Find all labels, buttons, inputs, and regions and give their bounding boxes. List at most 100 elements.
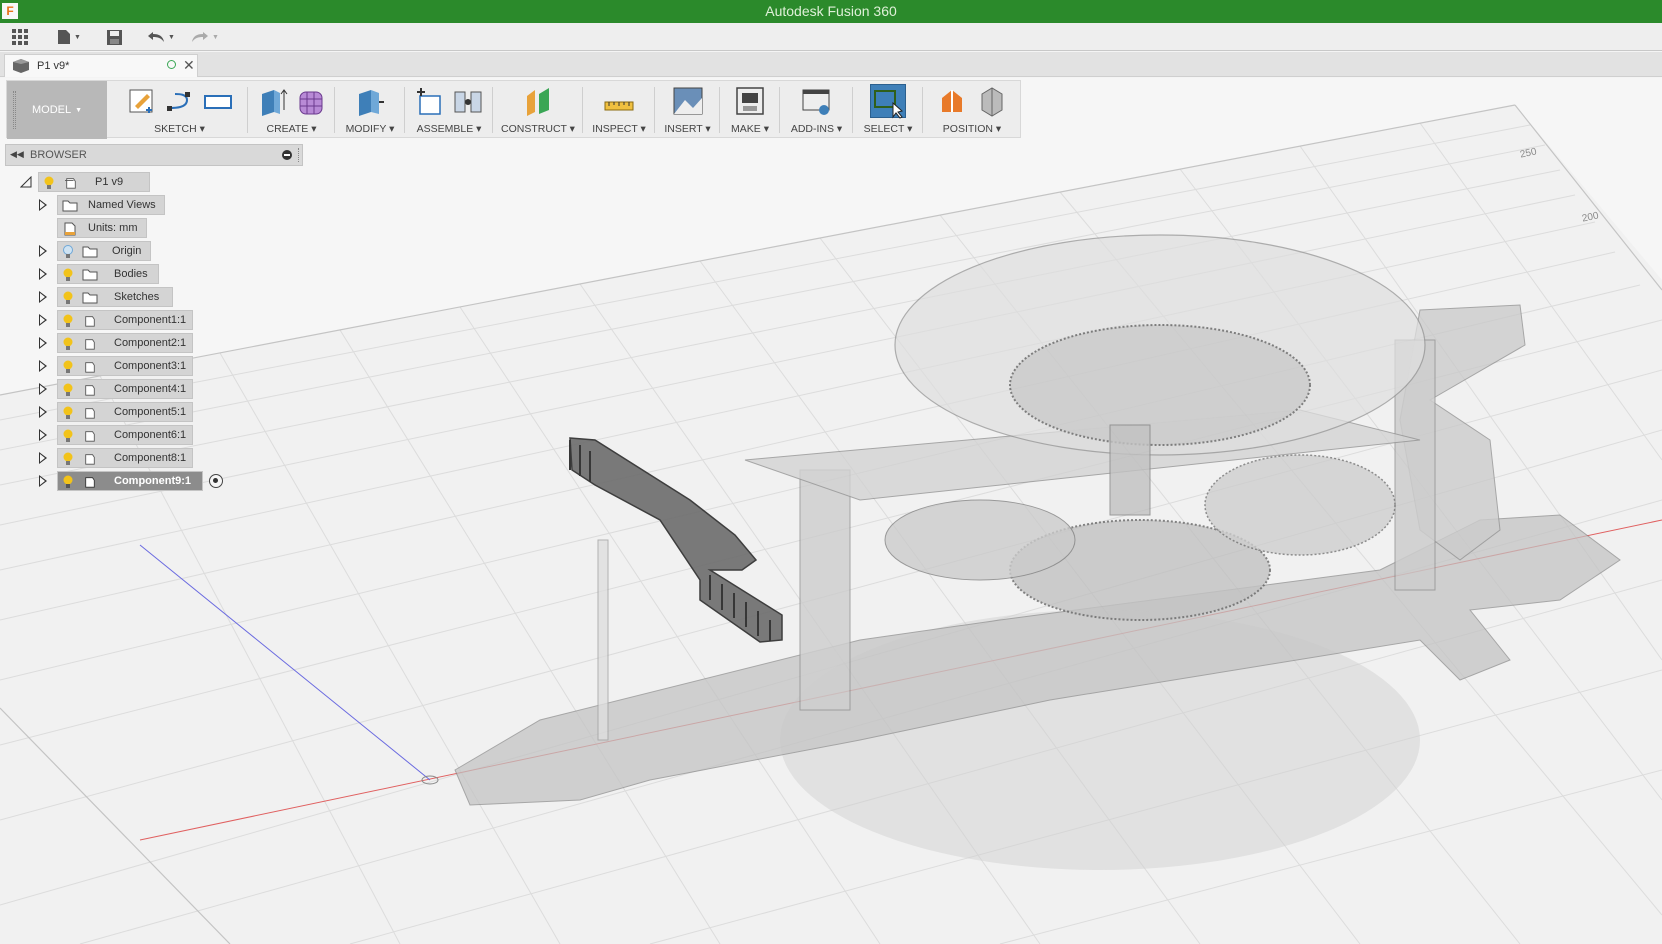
browser-item-named-views[interactable]: Named Views	[39, 195, 169, 215]
redo-icon[interactable]: ▼	[188, 27, 222, 47]
browser-item-component3[interactable]: Component3:1	[39, 356, 199, 376]
tree-node[interactable]: Component6:1	[57, 425, 193, 445]
3d-print-icon[interactable]	[735, 84, 765, 118]
active-component-radio-icon[interactable]	[209, 474, 223, 488]
tree-node[interactable]: Component2:1	[57, 333, 193, 353]
browser-item-component8[interactable]: Component8:1	[39, 448, 199, 468]
visibility-bulb-icon[interactable]	[62, 406, 74, 420]
toolbar-group-inspect[interactable]: INSPECT ▾	[583, 81, 655, 139]
browser-root-row[interactable]: P1 v9	[20, 172, 150, 192]
file-menu-icon[interactable]: ▼	[54, 27, 84, 47]
group-label-sketch: SKETCH	[154, 123, 197, 135]
rectangle-icon[interactable]	[203, 84, 233, 118]
tree-node[interactable]: Component1:1	[57, 310, 193, 330]
visibility-bulb-icon[interactable]	[62, 452, 74, 466]
expand-triangle-icon[interactable]	[39, 337, 47, 349]
browser-item-origin[interactable]: Origin	[39, 241, 169, 261]
workspace-switcher[interactable]: MODEL ▼	[7, 81, 107, 139]
tree-node[interactable]: Named Views	[57, 195, 165, 215]
visibility-bulb-icon[interactable]	[62, 268, 74, 282]
expand-triangle-icon[interactable]	[39, 360, 47, 372]
press-pull-icon[interactable]	[355, 84, 385, 118]
toolbar-group-position[interactable]: POSITION ▾	[923, 81, 1021, 139]
toolbar-group-select[interactable]: SELECT ▾	[853, 81, 923, 139]
tree-node[interactable]: Component8:1	[57, 448, 193, 468]
toolbar-group-assemble[interactable]: ASSEMBLE ▾	[405, 81, 493, 139]
collapse-browser-icon[interactable]: ◀◀	[10, 149, 24, 160]
toolbar-group-addins[interactable]: ADD-INS ▾	[780, 81, 853, 139]
form-icon[interactable]	[296, 84, 326, 118]
toolbar-group-insert[interactable]: INSERT ▾	[655, 81, 720, 139]
browser-item-component1[interactable]: Component1:1	[39, 310, 199, 330]
create-sketch-icon[interactable]	[127, 84, 157, 118]
expanded-triangle-icon[interactable]	[20, 176, 32, 188]
new-component-icon[interactable]	[415, 84, 445, 118]
expand-triangle-icon[interactable]	[39, 452, 47, 464]
visibility-bulb-icon[interactable]	[62, 337, 74, 351]
capture-position-icon[interactable]	[938, 84, 968, 118]
tree-node[interactable]: Component5:1	[57, 402, 193, 422]
browser-item-component4[interactable]: Component4:1	[39, 379, 199, 399]
measure-icon[interactable]	[604, 84, 634, 118]
tree-node[interactable]: Origin	[57, 241, 151, 261]
toolbar-group-make[interactable]: MAKE ▾	[720, 81, 780, 139]
browser-root-node[interactable]: P1 v9	[38, 172, 150, 192]
expand-triangle-icon[interactable]	[39, 268, 47, 280]
expand-triangle-icon[interactable]	[39, 429, 47, 441]
visibility-bulb-off-icon[interactable]	[62, 245, 74, 259]
minimize-browser-icon[interactable]	[282, 150, 292, 160]
toolbar-group-modify[interactable]: MODIFY ▾	[335, 81, 405, 139]
expand-triangle-icon[interactable]	[39, 383, 47, 395]
visibility-bulb-icon[interactable]	[62, 383, 74, 397]
model-canvas[interactable]	[0, 78, 1662, 944]
visibility-bulb-icon[interactable]	[62, 429, 74, 443]
tree-node[interactable]: Component4:1	[57, 379, 193, 399]
expand-triangle-icon[interactable]	[39, 199, 47, 211]
browser-panel-header[interactable]: ◀◀ BROWSER	[5, 144, 303, 166]
tree-node[interactable]: Bodies	[57, 264, 159, 284]
close-tab-icon[interactable]: ✕	[183, 57, 195, 74]
small-gear	[1204, 454, 1396, 556]
visibility-bulb-icon[interactable]	[62, 314, 74, 328]
tree-node[interactable]: Units: mm	[57, 218, 147, 238]
toolbar-group-create[interactable]: CREATE ▾	[248, 81, 335, 139]
expand-triangle-icon[interactable]	[39, 475, 47, 487]
fusion-app-icon[interactable]: F	[2, 3, 18, 19]
browser-item-component9-active[interactable]: Component9:1	[39, 471, 239, 491]
visibility-bulb-icon[interactable]	[62, 475, 74, 489]
visibility-bulb-icon[interactable]	[62, 291, 74, 305]
expand-triangle-icon[interactable]	[39, 291, 47, 303]
tree-node[interactable]: Component9:1	[57, 471, 203, 491]
browser-grip[interactable]	[298, 148, 301, 162]
save-icon[interactable]	[104, 27, 124, 47]
line-icon[interactable]	[165, 84, 195, 118]
browser-item-component5[interactable]: Component5:1	[39, 402, 199, 422]
visibility-bulb-icon[interactable]	[62, 360, 74, 374]
revert-position-icon[interactable]	[976, 84, 1006, 118]
visibility-bulb-icon[interactable]	[43, 176, 55, 190]
joint-icon[interactable]	[453, 84, 483, 118]
undo-icon[interactable]: ▼	[144, 27, 178, 47]
expand-triangle-icon[interactable]	[39, 245, 47, 257]
tree-node[interactable]: Sketches	[57, 287, 173, 307]
browser-item-component6[interactable]: Component6:1	[39, 425, 199, 445]
toolbar-group-construct[interactable]: CONSTRUCT ▾	[493, 81, 583, 139]
extrude-icon[interactable]	[258, 84, 288, 118]
offset-plane-icon[interactable]	[523, 84, 553, 118]
folder-icon	[82, 269, 98, 281]
select-icon[interactable]	[870, 84, 906, 119]
tree-node[interactable]: Component3:1	[57, 356, 193, 376]
expand-triangle-icon[interactable]	[39, 314, 47, 326]
browser-item-units[interactable]: Units: mm	[39, 218, 169, 238]
canvas-viewport[interactable]: 250 200	[0, 78, 1662, 944]
browser-item-bodies[interactable]: Bodies	[39, 264, 169, 284]
insert-image-icon[interactable]	[673, 84, 703, 118]
document-tab[interactable]: P1 v9* ✕	[4, 54, 198, 77]
browser-item-sketches[interactable]: Sketches	[39, 287, 189, 307]
data-panel-grid-icon[interactable]	[10, 27, 30, 47]
scripts-addins-icon[interactable]	[802, 84, 832, 118]
browser-item-component2[interactable]: Component2:1	[39, 333, 199, 353]
toolbar-grip[interactable]	[13, 91, 16, 129]
expand-triangle-icon[interactable]	[39, 406, 47, 418]
toolbar-group-sketch[interactable]: SKETCH ▾	[111, 81, 248, 139]
